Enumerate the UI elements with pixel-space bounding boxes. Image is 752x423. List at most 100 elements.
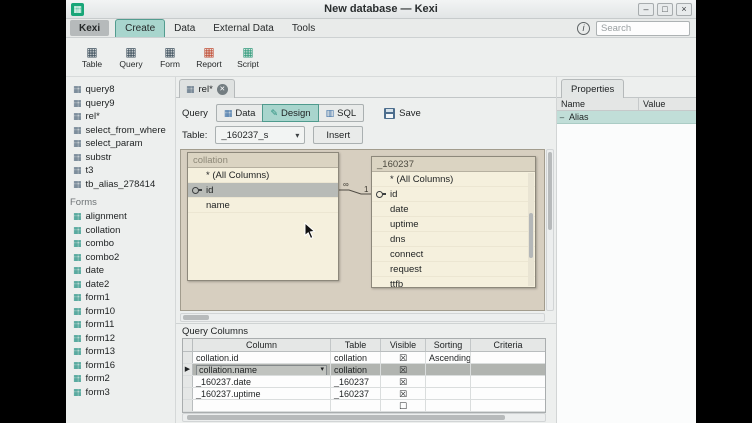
qc-column-cell[interactable]: _160237.uptime bbox=[193, 388, 331, 399]
table-box-collation[interactable]: collation * (All Columns)idname bbox=[187, 152, 339, 281]
kexi-menu-button[interactable]: Kexi bbox=[70, 20, 109, 36]
sidebar-item-form2[interactable]: ▦form2 bbox=[66, 372, 175, 386]
close-icon[interactable]: ✕ bbox=[217, 84, 228, 95]
data-view-button[interactable]: ▦Data bbox=[216, 104, 264, 122]
field-all-columns[interactable]: * (All Columns) bbox=[372, 172, 535, 187]
insert-button[interactable]: Insert bbox=[313, 126, 363, 144]
sidebar-item-tb-alias-278414[interactable]: ▦tb_alias_278414 bbox=[66, 178, 175, 192]
property-row-alias[interactable]: –Alias bbox=[557, 111, 696, 124]
qc-criteria-cell[interactable] bbox=[471, 352, 545, 363]
tab-properties[interactable]: Properties bbox=[561, 79, 624, 98]
sidebar-item-form10[interactable]: ▦form10 bbox=[66, 305, 175, 319]
sidebar-item-query8[interactable]: ▦query8 bbox=[66, 83, 175, 97]
query-column-row[interactable]: ▶collation.name▾collation☒ bbox=[183, 364, 545, 376]
relations-canvas[interactable]: ∞ 1 collation * (All Columns)idname _160… bbox=[180, 149, 545, 311]
qc-criteria-cell[interactable] bbox=[471, 376, 545, 387]
visible-checkbox[interactable]: ☒ bbox=[381, 352, 426, 363]
save-button[interactable]: Save bbox=[380, 106, 425, 121]
sidebar-item-form3[interactable]: ▦form3 bbox=[66, 386, 175, 400]
sidebar-item-form1[interactable]: ▦form1 bbox=[66, 291, 175, 305]
toolbar-script-button[interactable]: ▦Script bbox=[230, 41, 266, 74]
qc-table-cell[interactable]: collation bbox=[331, 352, 381, 363]
query-column-row[interactable]: _160237.uptime_160237☒ bbox=[183, 388, 545, 400]
canvas-vertical-scrollbar[interactable] bbox=[546, 149, 554, 311]
qc-sorting-cell[interactable] bbox=[426, 376, 471, 387]
qc-header-column[interactable]: Column bbox=[193, 339, 331, 351]
qc-table-cell[interactable]: _160237 bbox=[331, 388, 381, 399]
column-combobox[interactable]: collation.name▾ bbox=[196, 365, 327, 376]
minimize-button[interactable]: – bbox=[638, 3, 654, 16]
visible-checkbox[interactable]: ☒ bbox=[381, 364, 426, 375]
field-id[interactable]: id bbox=[188, 183, 338, 198]
visible-checkbox[interactable]: ☒ bbox=[381, 388, 426, 399]
field-all-columns[interactable]: * (All Columns) bbox=[188, 168, 338, 183]
sidebar-item-select-from-where[interactable]: ▦select_from_where bbox=[66, 124, 175, 138]
sidebar-item-form13[interactable]: ▦form13 bbox=[66, 345, 175, 359]
qc-sorting-cell[interactable]: Ascending bbox=[426, 352, 471, 363]
table-box-160237[interactable]: _160237 * (All Columns)iddateuptimednsco… bbox=[371, 156, 536, 288]
sidebar-item-collation[interactable]: ▦collation bbox=[66, 224, 175, 238]
qc-table-cell[interactable] bbox=[331, 400, 381, 411]
sidebar-item-substr[interactable]: ▦substr bbox=[66, 151, 175, 165]
qc-sorting-cell[interactable] bbox=[426, 388, 471, 399]
sidebar-item-combo2[interactable]: ▦combo2 bbox=[66, 251, 175, 265]
sidebar-item-date[interactable]: ▦date bbox=[66, 264, 175, 278]
canvas-horizontal-scrollbar[interactable] bbox=[180, 313, 545, 322]
qc-sorting-cell[interactable] bbox=[426, 364, 471, 375]
qc-sorting-cell[interactable] bbox=[426, 400, 471, 411]
sidebar-item-form11[interactable]: ▦form11 bbox=[66, 318, 175, 332]
visible-checkbox[interactable]: ☐ bbox=[381, 400, 426, 411]
qc-header-visible[interactable]: Visible bbox=[381, 339, 426, 351]
toolbar-table-button[interactable]: ▦Table bbox=[74, 41, 110, 74]
sidebar-item-rel[interactable]: ▦rel* bbox=[66, 110, 175, 124]
field-request[interactable]: request bbox=[372, 262, 535, 277]
query-column-row[interactable]: ☐ bbox=[183, 400, 545, 412]
toolbar-query-button[interactable]: ▦Query bbox=[113, 41, 149, 74]
collapse-icon[interactable]: – bbox=[557, 113, 567, 122]
search-input[interactable] bbox=[596, 21, 690, 36]
toolbar-report-button[interactable]: ▦Report bbox=[191, 41, 227, 74]
qc-header-sorting[interactable]: Sorting bbox=[426, 339, 471, 351]
field-id[interactable]: id bbox=[372, 187, 535, 202]
qc-column-cell[interactable]: _160237.date bbox=[193, 376, 331, 387]
sidebar-item-select-param[interactable]: ▦select_param bbox=[66, 137, 175, 151]
field-connect[interactable]: connect bbox=[372, 247, 535, 262]
table-box-title[interactable]: collation bbox=[188, 153, 338, 168]
toolbar-form-button[interactable]: ▦Form bbox=[152, 41, 188, 74]
sidebar-item-query9[interactable]: ▦query9 bbox=[66, 97, 175, 111]
field-date[interactable]: date bbox=[372, 202, 535, 217]
field-name[interactable]: name bbox=[188, 198, 338, 213]
sidebar-item-form12[interactable]: ▦form12 bbox=[66, 332, 175, 346]
sidebar-item-date2[interactable]: ▦date2 bbox=[66, 278, 175, 292]
sidebar-item-combo[interactable]: ▦combo bbox=[66, 237, 175, 251]
table-box-scrollbar[interactable] bbox=[528, 173, 534, 286]
field-uptime[interactable]: uptime bbox=[372, 217, 535, 232]
sidebar-item-t3[interactable]: ▦t3 bbox=[66, 164, 175, 178]
field-ttfb[interactable]: ttfb bbox=[372, 277, 535, 288]
qc-header-table[interactable]: Table bbox=[331, 339, 381, 351]
qc-column-cell[interactable] bbox=[193, 400, 331, 411]
visible-checkbox[interactable]: ☒ bbox=[381, 376, 426, 387]
menu-tab-data[interactable]: Data bbox=[165, 19, 204, 37]
field-dns[interactable]: dns bbox=[372, 232, 535, 247]
sidebar-item-form16[interactable]: ▦form16 bbox=[66, 359, 175, 373]
sidebar-item-alignment[interactable]: ▦alignment bbox=[66, 210, 175, 224]
maximize-button[interactable]: □ bbox=[657, 3, 673, 16]
menu-tab-create[interactable]: Create bbox=[115, 19, 165, 37]
design-view-button[interactable]: ✎Design bbox=[262, 104, 318, 122]
info-icon[interactable]: i bbox=[577, 22, 590, 35]
qc-column-cell[interactable]: collation.name▾ bbox=[193, 364, 331, 375]
menu-tab-tools[interactable]: Tools bbox=[283, 19, 324, 37]
qc-table-cell[interactable]: _160237 bbox=[331, 376, 381, 387]
query-column-row[interactable]: collation.idcollation☒Ascending bbox=[183, 352, 545, 364]
qc-criteria-cell[interactable] bbox=[471, 364, 545, 375]
table-box-title[interactable]: _160237 bbox=[372, 157, 535, 172]
qc-column-cell[interactable]: collation.id bbox=[193, 352, 331, 363]
qc-criteria-cell[interactable] bbox=[471, 400, 545, 411]
close-button[interactable]: × bbox=[676, 3, 692, 16]
grid-horizontal-scrollbar[interactable] bbox=[182, 413, 546, 422]
sql-view-button[interactable]: ▥SQL bbox=[318, 104, 365, 122]
title-bar[interactable]: ▦ New database — Kexi –□× bbox=[66, 0, 696, 19]
menu-tab-external-data[interactable]: External Data bbox=[204, 19, 283, 37]
editor-tab-rel[interactable]: ▦ rel* ✕ bbox=[179, 79, 235, 98]
